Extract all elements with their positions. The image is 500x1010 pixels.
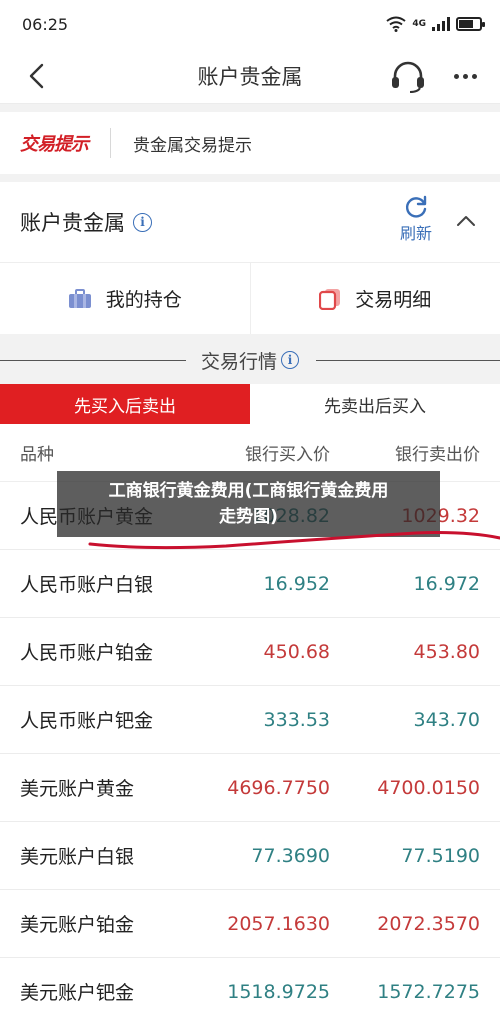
notice-logo: 交易提示 xyxy=(20,134,89,155)
buy-price: 450.68 xyxy=(263,640,330,663)
chevron-left-icon xyxy=(29,63,44,89)
overlay-line-1: 工商银行黄金费用(工商银行黄金费用 xyxy=(108,481,389,501)
notice-divider xyxy=(110,128,111,158)
product-name: 人民币账户钯金 xyxy=(20,710,154,732)
red-underline-stroke xyxy=(88,531,500,550)
table-row[interactable]: 美元账户白银 77.3690 77.5190 xyxy=(0,822,500,890)
my-holdings-button[interactable]: 我的持仓 xyxy=(0,263,250,334)
market-title-text: 交易行情 xyxy=(200,350,277,373)
info-icon[interactable]: i xyxy=(133,212,152,232)
table-row[interactable]: 美元账户铂金 2057.1630 2072.3570 xyxy=(0,890,500,958)
sell-price: 16.972 xyxy=(413,572,480,595)
market-info-icon[interactable]: i xyxy=(281,351,299,369)
refresh-label: 刷新 xyxy=(399,224,432,243)
status-bar: 06:25 4G xyxy=(0,0,500,48)
sell-price: 2072.3570 xyxy=(377,912,480,935)
buy-price: 4696.7750 xyxy=(227,776,330,799)
status-time: 06:25 xyxy=(22,14,69,34)
overlay-line-2: 走势图) xyxy=(219,507,278,527)
trade-tabs: 先买入后卖出 先卖出后买入 xyxy=(0,384,500,424)
network-type: 4G xyxy=(412,19,426,29)
status-icons: 4G xyxy=(386,16,485,32)
buy-price: 77.3690 xyxy=(251,844,330,867)
buy-price: 333.53 xyxy=(263,708,330,731)
refresh-icon xyxy=(405,195,427,218)
more-dot-icon xyxy=(453,73,459,79)
table-row[interactable]: 人民币账户白银 16.952 16.972 xyxy=(0,550,500,618)
product-name: 美元账户黄金 xyxy=(20,778,135,800)
buy-price: 2057.1630 xyxy=(227,912,330,935)
chevron-up-icon xyxy=(457,216,475,226)
briefcase-icon xyxy=(68,288,91,308)
market-title: 交易行情 i xyxy=(201,347,299,374)
back-button[interactable] xyxy=(22,62,50,90)
more-dot-icon xyxy=(471,73,477,79)
document-icon xyxy=(319,288,341,310)
tab-sell-then-buy[interactable]: 先卖出后买入 xyxy=(250,384,500,424)
customer-service-button[interactable] xyxy=(390,60,426,94)
trade-notice[interactable]: 交易提示 贵金属交易提示 xyxy=(0,112,500,174)
product-name: 美元账户铂金 xyxy=(20,914,135,936)
wifi-icon xyxy=(386,16,406,32)
table-row[interactable]: 人民币账户钯金 333.53 343.70 xyxy=(0,686,500,754)
sell-price: 1572.7275 xyxy=(377,980,480,1003)
header-name: 品种 xyxy=(20,445,54,465)
table-row[interactable]: 人民币账户铂金 450.68 453.80 xyxy=(0,618,500,686)
buy-price: 16.952 xyxy=(263,572,330,595)
more-button[interactable] xyxy=(448,62,482,90)
sell-price: 77.5190 xyxy=(401,844,480,867)
product-name: 美元账户钯金 xyxy=(20,982,135,1004)
account-header: 账户贵金属 i 刷新 xyxy=(0,182,500,262)
header-buy: 银行买入价 xyxy=(245,445,330,465)
notice-text: 贵金属交易提示 xyxy=(133,135,252,156)
header-sell: 银行卖出价 xyxy=(395,445,480,465)
signal-icon xyxy=(432,17,450,31)
market-section-header: 交易行情 i xyxy=(0,336,500,384)
table-row[interactable]: 美元账户钯金 1518.9725 1572.7275 xyxy=(0,958,500,1010)
battery-icon xyxy=(456,17,485,31)
action-row: 我的持仓 交易明细 xyxy=(0,262,500,334)
account-title: 账户贵金属 xyxy=(20,211,125,235)
table-row[interactable]: 美元账户黄金 4696.7750 4700.0150 xyxy=(0,754,500,822)
more-dot-icon xyxy=(462,73,468,79)
sell-price: 4700.0150 xyxy=(377,776,480,799)
headset-icon xyxy=(392,61,424,93)
trade-details-button[interactable]: 交易明细 xyxy=(249,263,500,334)
tab-buy-then-sell[interactable]: 先买入后卖出 xyxy=(0,384,250,424)
product-name: 美元账户白银 xyxy=(20,846,135,868)
trade-details-label: 交易明细 xyxy=(355,289,432,311)
product-name: 人民币账户铂金 xyxy=(20,642,154,664)
product-name: 人民币账户白银 xyxy=(20,574,154,596)
refresh-button[interactable]: 刷新 xyxy=(400,194,432,244)
buy-price: 1518.9725 xyxy=(227,980,330,1003)
my-holdings-label: 我的持仓 xyxy=(105,289,182,311)
sell-price: 343.70 xyxy=(413,708,480,731)
sell-price: 453.80 xyxy=(413,640,480,663)
collapse-button[interactable] xyxy=(456,212,476,231)
nav-bar: 账户贵金属 xyxy=(0,48,500,104)
